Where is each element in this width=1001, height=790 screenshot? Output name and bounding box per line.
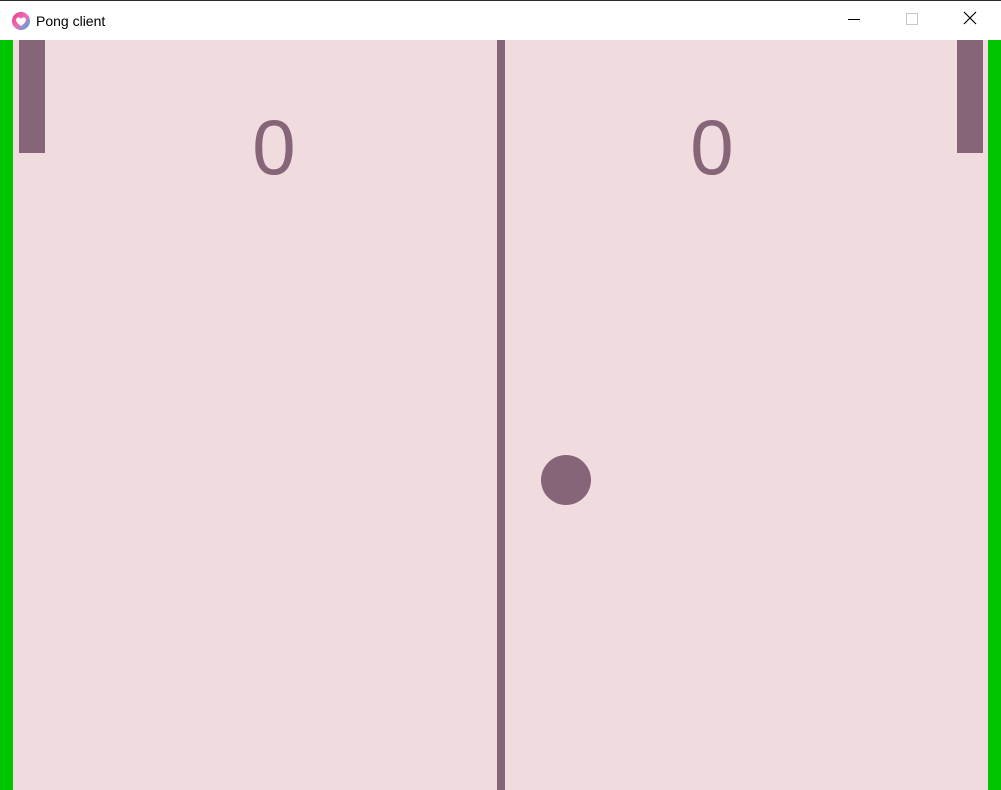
right-wall: [988, 40, 1001, 790]
right-paddle: [957, 40, 983, 153]
maximize-icon: [906, 12, 918, 30]
minimize-button[interactable]: [825, 1, 883, 40]
maximize-button[interactable]: [883, 1, 941, 40]
left-paddle: [19, 40, 45, 153]
ball: [541, 455, 591, 505]
game-canvas[interactable]: 0 0: [0, 40, 1001, 790]
title-bar[interactable]: Pong client: [0, 0, 1001, 40]
left-score: 0: [252, 103, 296, 191]
pong-client-window: Pong client 0 0: [0, 0, 1001, 790]
heart-app-icon: [11, 11, 31, 31]
center-net: [497, 40, 505, 790]
window-title: Pong client: [36, 13, 106, 29]
left-wall: [0, 40, 13, 790]
minimize-icon: [848, 12, 860, 30]
close-icon: [963, 11, 977, 30]
close-button[interactable]: [941, 1, 999, 40]
right-score: 0: [690, 103, 734, 191]
